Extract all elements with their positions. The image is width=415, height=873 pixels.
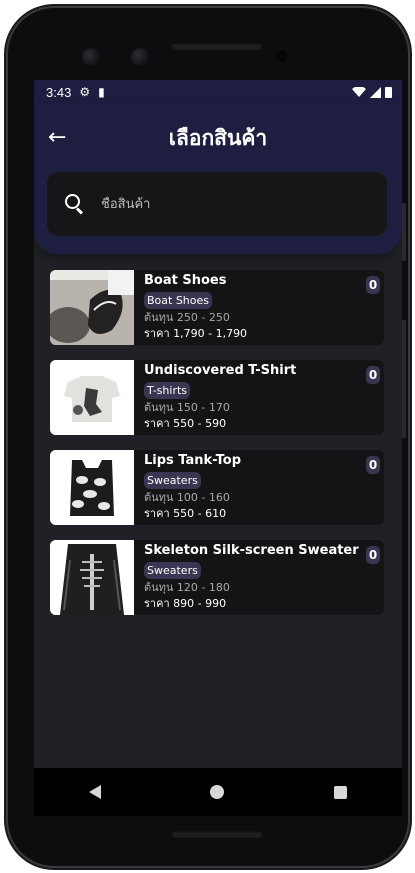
sd-card-icon: ▮	[98, 85, 105, 99]
nav-back-icon[interactable]	[88, 785, 101, 799]
front-camera	[82, 48, 100, 66]
product-cost: ต้นทุน 250 - 250	[144, 311, 230, 324]
product-price: ราคา 890 - 990	[144, 597, 227, 610]
category-badge: Sweaters	[144, 472, 201, 489]
product-name: Undiscovered T-Shirt	[144, 363, 297, 378]
product-cost: ต้นทุน 120 - 180	[144, 581, 230, 594]
signal-icon	[370, 86, 381, 98]
wifi-icon	[352, 87, 366, 97]
product-card[interactable]: Undiscovered T-Shirt T-shirts ต้นทุน 150…	[50, 360, 384, 435]
search-box[interactable]	[47, 172, 387, 236]
status-time: 3:43	[46, 84, 72, 100]
product-cost: ต้นทุน 150 - 170	[144, 401, 230, 414]
product-image	[50, 450, 134, 525]
product-image	[50, 270, 134, 345]
product-price: ราคา 550 - 610	[144, 507, 227, 520]
category-badge: Boat Shoes	[144, 292, 213, 309]
product-list: Boat Shoes Boat Shoes ต้นทุน 250 - 250 ร…	[50, 270, 384, 630]
quantity-badge: 0	[366, 366, 380, 384]
nav-home-icon[interactable]	[210, 785, 225, 799]
product-card[interactable]: Skeleton Silk-screen Sweater Sweaters ต้…	[50, 540, 384, 615]
product-name: Boat Shoes	[144, 273, 227, 288]
product-cost: ต้นทุน 100 - 160	[144, 491, 230, 504]
front-sensor	[131, 48, 149, 66]
status-bar: 3:43 ⚙ ▮	[34, 80, 402, 104]
system-nav-bar	[34, 768, 402, 816]
search-icon	[65, 194, 85, 215]
product-image	[50, 540, 134, 615]
category-badge: Sweaters	[144, 562, 201, 579]
product-info: Skeleton Silk-screen Sweater Sweaters ต้…	[134, 540, 359, 615]
product-name: Lips Tank-Top	[144, 453, 242, 468]
product-name: Skeleton Silk-screen Sweater	[144, 543, 359, 558]
screen: 3:43 ⚙ ▮ ← เลือกสินค้า ชื่อสินค้า Boat S…	[34, 80, 402, 816]
quantity-badge: 0	[366, 456, 380, 474]
app-header: ← เลือกสินค้า	[34, 104, 402, 254]
product-card[interactable]: Lips Tank-Top Sweaters ต้นทุน 100 - 160 …	[50, 450, 384, 525]
search-input[interactable]	[99, 195, 343, 213]
product-card[interactable]: Boat Shoes Boat Shoes ต้นทุน 250 - 250 ร…	[50, 270, 384, 345]
category-badge: T-shirts	[144, 382, 191, 399]
phone-frame: 3:43 ⚙ ▮ ← เลือกสินค้า ชื่อสินค้า Boat S…	[8, 8, 408, 866]
proximity-sensor	[275, 50, 287, 62]
product-info: Undiscovered T-Shirt T-shirts ต้นทุน 150…	[134, 360, 296, 435]
battery-icon	[385, 86, 392, 98]
nav-recents-icon[interactable]	[334, 785, 348, 799]
gear-icon: ⚙	[79, 85, 91, 99]
product-info: Lips Tank-Top Sweaters ต้นทุน 100 - 160 …	[134, 450, 241, 525]
product-info: Boat Shoes Boat Shoes ต้นทุน 250 - 250 ร…	[134, 270, 247, 345]
product-price: ราคา 1,790 - 1,790	[144, 327, 248, 340]
earpiece-speaker	[171, 42, 263, 50]
status-right	[352, 86, 392, 98]
bottom-speaker	[171, 830, 263, 838]
quantity-badge: 0	[366, 546, 380, 564]
product-price: ราคา 550 - 590	[144, 417, 227, 430]
page-title: เลือกสินค้า	[168, 126, 268, 150]
quantity-badge: 0	[366, 276, 380, 294]
product-image	[50, 360, 134, 435]
